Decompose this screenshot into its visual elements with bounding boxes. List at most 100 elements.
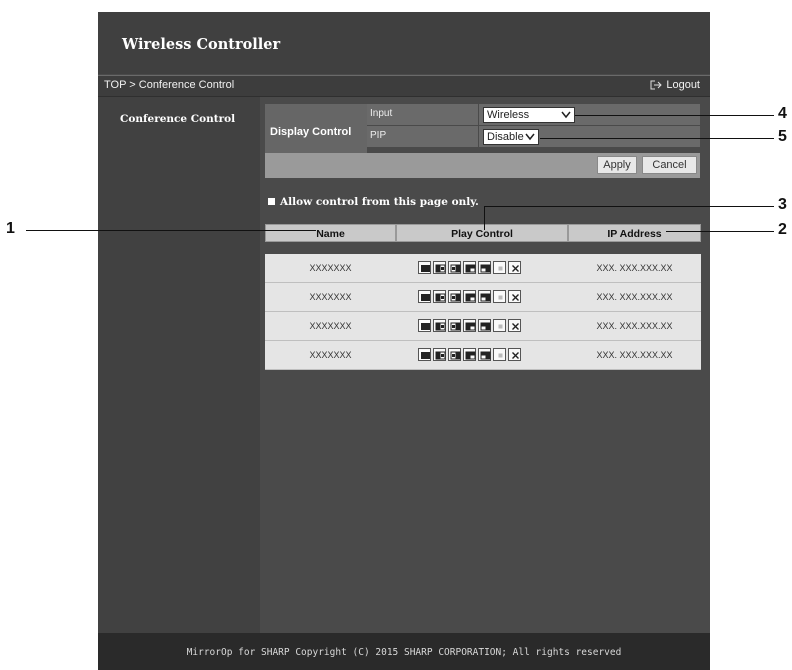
pip-label: PIP	[367, 126, 478, 148]
callout-line-5	[540, 138, 774, 139]
input-select[interactable]: Wireless	[483, 107, 575, 123]
quad-bottom-right-icon	[480, 264, 491, 273]
device-ip-address: XXX. XXX.XXX.XX	[596, 321, 673, 331]
quad-bottom-left-button[interactable]	[463, 290, 476, 303]
split-right-icon	[450, 351, 461, 360]
full-screen-button[interactable]	[418, 290, 431, 303]
disconnect-button[interactable]	[508, 348, 521, 361]
disconnect-icon	[512, 323, 519, 330]
quad-bottom-left-button[interactable]	[463, 319, 476, 332]
chevron-down-icon	[525, 133, 535, 141]
table-row: XXXXXXX XXX. XXX.XXX.XX	[265, 283, 701, 312]
table-row: XXXXXXX XXX. XXX.XXX.XX	[265, 254, 701, 283]
breadcrumb: TOP > Conference Control	[104, 79, 235, 91]
device-name: XXXXXXX	[309, 321, 352, 331]
quad-bottom-left-icon	[465, 351, 476, 360]
callout-line-3-vertical	[484, 206, 485, 230]
full-screen-button[interactable]	[418, 261, 431, 274]
full-screen-icon	[421, 352, 430, 359]
full-screen-button[interactable]	[418, 319, 431, 332]
device-ip-address: XXX. XXX.XXX.XX	[596, 350, 673, 360]
split-left-icon	[435, 351, 446, 360]
play-control-buttons	[418, 290, 523, 308]
split-left-button[interactable]	[433, 261, 446, 274]
allow-control-option: Allow control from this page only.	[268, 196, 479, 208]
split-right-button[interactable]	[448, 348, 461, 361]
logout-link[interactable]: Logout	[650, 79, 700, 91]
quad-bottom-left-icon	[465, 264, 476, 273]
play-control-buttons	[418, 319, 523, 337]
sidebar-item-conference-control[interactable]: Conference Control	[120, 113, 235, 125]
quad-bottom-right-icon	[480, 293, 491, 302]
callout-1: 1	[6, 220, 15, 237]
device-name: XXXXXXX	[309, 350, 352, 360]
split-right-icon	[450, 293, 461, 302]
logout-label: Logout	[666, 79, 700, 91]
pip-select-value: Disable	[487, 131, 524, 143]
cancel-button[interactable]: Cancel	[642, 156, 697, 174]
device-ip-address: XXX. XXX.XXX.XX	[596, 263, 673, 273]
stop-button[interactable]	[493, 261, 506, 274]
disconnect-icon	[512, 265, 519, 272]
quad-bottom-right-icon	[480, 351, 491, 360]
callout-line-1	[26, 230, 316, 231]
copyright-text: MirrorOp for SHARP Copyright (C) 2015 SH…	[186, 647, 622, 658]
table-row: XXXXXXX XXX. XXX.XXX.XX	[265, 312, 701, 341]
column-header-name: Name	[265, 224, 396, 242]
device-ip-address: XXX. XXX.XXX.XX	[596, 292, 673, 302]
stop-icon	[498, 353, 503, 358]
stop-button[interactable]	[493, 290, 506, 303]
callout-2: 2	[778, 221, 787, 238]
callout-4: 4	[778, 105, 787, 122]
quad-bottom-right-button[interactable]	[478, 261, 491, 274]
device-name: XXXXXXX	[309, 292, 352, 302]
allow-control-checkbox[interactable]	[268, 198, 275, 205]
table-row: XXXXXXX XXX. XXX.XXX.XX	[265, 341, 701, 370]
quad-bottom-right-button[interactable]	[478, 290, 491, 303]
header: Wireless Controller	[98, 12, 710, 74]
stop-icon	[498, 266, 503, 271]
quad-bottom-left-icon	[465, 322, 476, 331]
split-left-button[interactable]	[433, 348, 446, 361]
full-screen-icon	[421, 265, 430, 272]
split-left-button[interactable]	[433, 319, 446, 332]
split-right-icon	[450, 322, 461, 331]
disconnect-icon	[512, 294, 519, 301]
quad-bottom-left-button[interactable]	[463, 348, 476, 361]
split-right-button[interactable]	[448, 261, 461, 274]
split-left-button[interactable]	[433, 290, 446, 303]
split-right-button[interactable]	[448, 290, 461, 303]
pip-row: Disable	[478, 126, 700, 148]
display-control-label: Display Control	[265, 104, 367, 160]
pip-select[interactable]: Disable	[483, 129, 539, 145]
input-select-value: Wireless	[487, 109, 530, 121]
disconnect-button[interactable]	[508, 261, 521, 274]
stop-icon	[498, 295, 503, 300]
logout-icon	[650, 80, 663, 90]
quad-bottom-right-button[interactable]	[478, 319, 491, 332]
full-screen-icon	[421, 323, 430, 330]
callout-line-2	[666, 231, 774, 232]
disconnect-button[interactable]	[508, 290, 521, 303]
callout-line-4	[575, 115, 774, 116]
split-left-icon	[435, 322, 446, 331]
split-right-icon	[450, 264, 461, 273]
stop-button[interactable]	[493, 348, 506, 361]
callout-5: 5	[778, 128, 787, 145]
split-right-button[interactable]	[448, 319, 461, 332]
callout-line-3	[484, 206, 774, 207]
split-left-icon	[435, 264, 446, 273]
full-screen-button[interactable]	[418, 348, 431, 361]
quad-bottom-left-button[interactable]	[463, 261, 476, 274]
split-left-icon	[435, 293, 446, 302]
callout-3: 3	[778, 196, 787, 213]
column-header-ip-address: IP Address	[568, 224, 701, 242]
nav-bar: TOP > Conference Control Logout	[98, 75, 710, 97]
apply-button[interactable]: Apply	[597, 156, 637, 174]
quad-bottom-right-button[interactable]	[478, 348, 491, 361]
disconnect-button[interactable]	[508, 319, 521, 332]
full-screen-icon	[421, 294, 430, 301]
stop-button[interactable]	[493, 319, 506, 332]
quad-bottom-left-icon	[465, 293, 476, 302]
app-window: Wireless Controller TOP > Conference Con…	[98, 12, 710, 670]
